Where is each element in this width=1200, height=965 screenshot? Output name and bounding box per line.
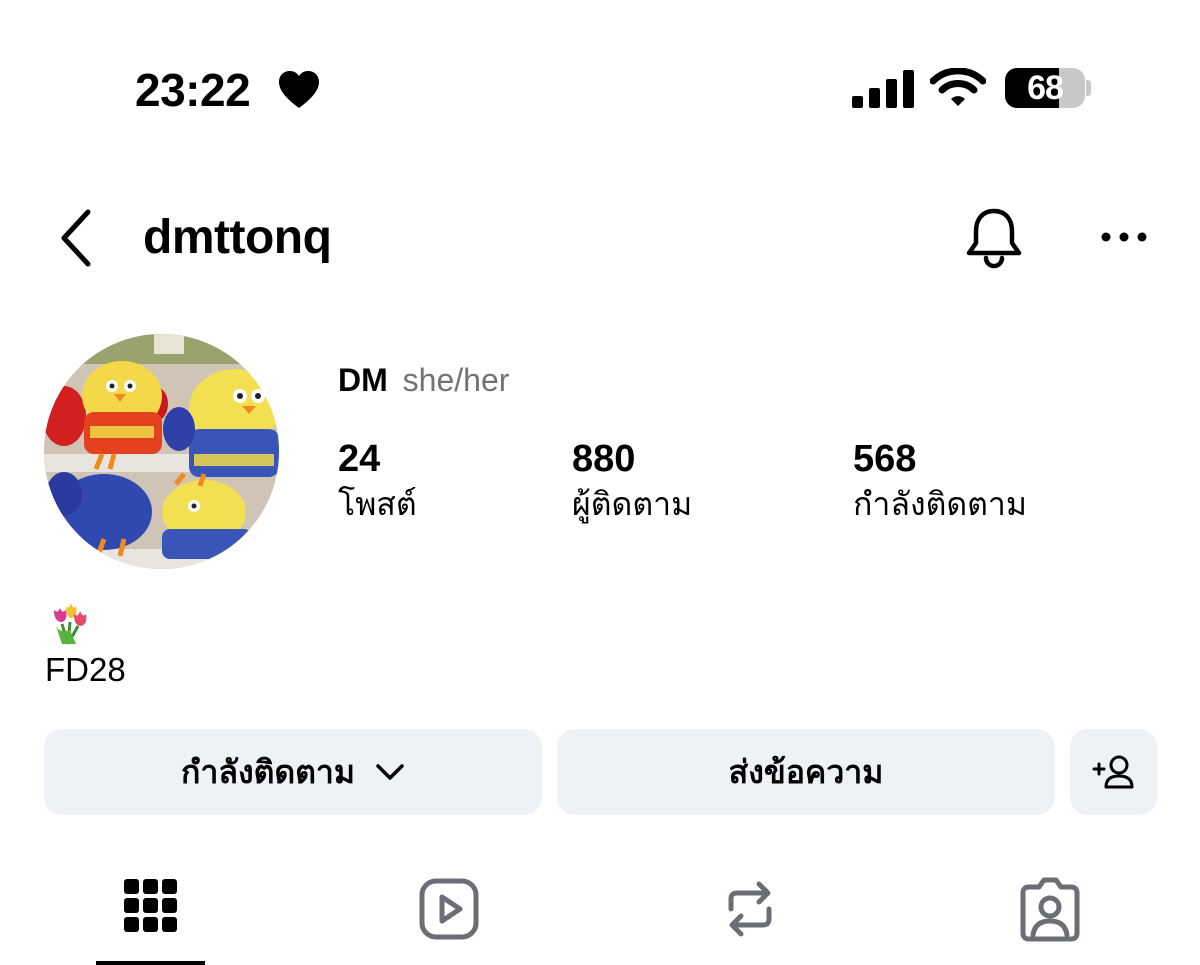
stat-followers[interactable]: 880 ผู้ติดตาม (572, 436, 692, 524)
bio-text: FD28 (45, 651, 126, 688)
reels-icon[interactable] (416, 873, 482, 945)
profile-username: dmttonq (143, 211, 332, 264)
avatar[interactable] (44, 334, 279, 569)
add-user-button[interactable] (1070, 729, 1157, 815)
message-button-label: ส่งข้อความ (728, 753, 884, 790)
signal-bars-icon (852, 70, 914, 108)
more-dots-icon[interactable] (1098, 226, 1150, 248)
display-name-row: DM she/her (338, 360, 509, 400)
tulip-bouquet-icon (54, 603, 87, 645)
chevron-down-icon (376, 764, 404, 780)
heart-icon (279, 71, 319, 108)
battery-icon: 68 (1005, 68, 1085, 108)
grid-icon[interactable] (118, 873, 184, 945)
chevron-left-icon[interactable] (55, 205, 99, 271)
profile-screen: 23:22 68 dmttonq DM she/her 24 โพสต์ 880… (0, 0, 1200, 965)
wifi-icon (930, 68, 986, 106)
bell-icon[interactable] (963, 205, 1025, 271)
battery-tip (1086, 80, 1091, 96)
stat-posts-count: 24 (338, 438, 381, 480)
pronouns: she/her (402, 362, 510, 398)
message-button[interactable]: ส่งข้อความ (557, 729, 1055, 815)
following-button[interactable]: กำลังติดตาม (44, 729, 542, 815)
stat-posts-label: โพสต์ (338, 486, 417, 522)
display-name: DM (338, 362, 388, 398)
active-tab-indicator (96, 961, 205, 965)
tagged-icon[interactable] (1017, 873, 1083, 945)
stat-followers-count: 880 (572, 438, 636, 480)
add-user-icon (1092, 755, 1133, 789)
stat-following-count: 568 (853, 438, 917, 480)
following-button-label: กำลังติดตาม (181, 753, 355, 790)
reposts-icon[interactable] (717, 873, 783, 945)
stat-followers-label: ผู้ติดตาม (572, 486, 693, 522)
stat-following-label: กำลังติดตาม (853, 486, 1027, 522)
battery-percent: 68 (1027, 68, 1064, 107)
stat-posts[interactable]: 24 โพสต์ (338, 436, 417, 524)
stat-following[interactable]: 568 กำลังติดตาม (853, 436, 1027, 524)
status-time: 23:22 (135, 64, 251, 116)
